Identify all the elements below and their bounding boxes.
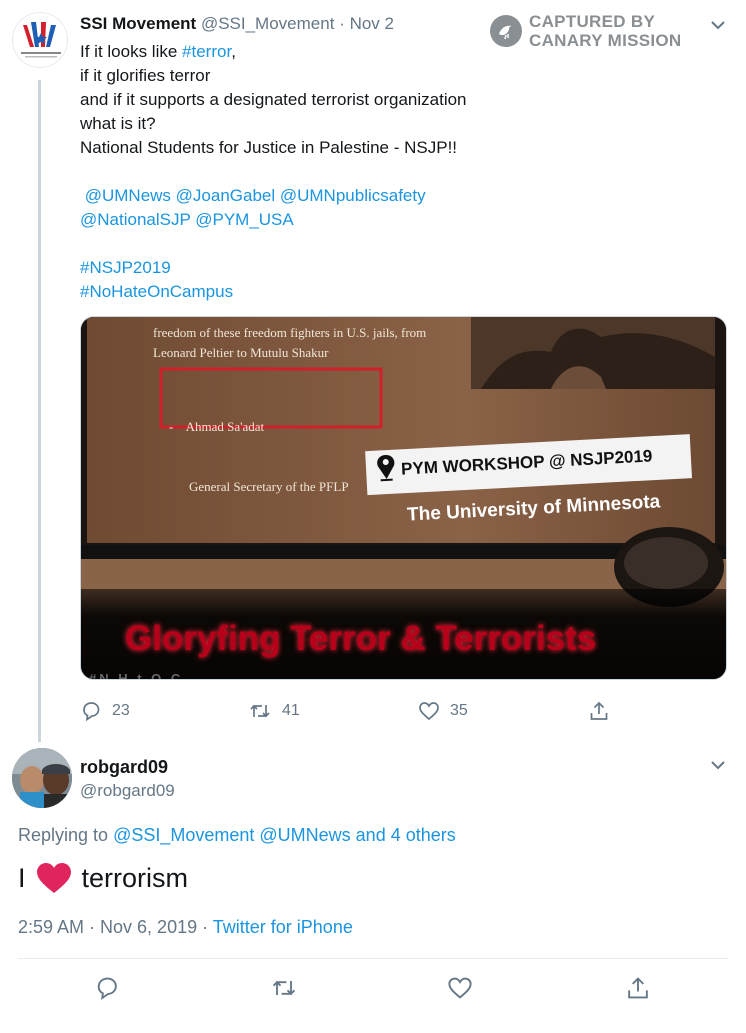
slide-box-line: - Ahmad Sa'adat [169,419,265,434]
author-name[interactable]: SSI Movement [80,14,196,33]
reply-button[interactable] [94,975,120,1001]
share-button[interactable] [588,700,610,722]
replying-to: Replying to @SSI_Movement @UMNews and 4 … [18,825,456,846]
red-heart-emoji-icon [36,863,71,893]
slide-line: Leonard Peltier to Mutulu Shakur [153,345,329,360]
share-button[interactable] [625,975,651,1001]
reply-menu-caret[interactable] [709,756,727,779]
slide-line: freedom of these freedom fighters in U.S… [153,325,427,340]
heart-outline-icon [419,702,439,721]
retweet-count: 41 [282,702,300,719]
like-count: 35 [450,702,468,719]
reply-text: I terrorism [18,862,188,894]
hashtag-terror[interactable]: #terror [182,42,231,61]
like-button[interactable]: 35 [418,700,468,722]
text-line: and if it supports a designated terroris… [80,90,467,109]
robgard09-avatar[interactable] [12,748,72,808]
hashtag-nsjp2019[interactable]: #NSJP2019 [80,256,540,280]
hashtag-nohateoncampus[interactable]: #NoHateOnCampus [80,280,540,304]
watermark-line1: CAPTURED BY [529,12,656,31]
ssi-logo-icon [21,22,61,58]
mentions-line[interactable]: @NationalSJP @PYM_USA [80,208,540,232]
heart-outline-icon [448,977,472,999]
share-icon [628,977,648,999]
retweet-icon [250,704,270,718]
reply-text-end: terrorism [81,862,189,893]
reply-text-start: I [18,862,26,893]
share-icon [590,701,608,720]
overlay-title: Gloryfing Terror & Terrorists [125,619,597,658]
reply-action-bar [18,975,728,1003]
reply-count: 23 [112,702,130,719]
retweet-button[interactable] [270,975,298,1001]
text-line: if it glorifies terror [80,66,211,85]
slide-box-line: General Secretary of the PFLP [189,479,349,494]
tweet-menu-caret[interactable] [709,16,727,39]
chevron-down-icon [711,761,725,770]
reply-source[interactable]: Twitter for iPhone [213,917,353,937]
retweet-icon [272,980,296,996]
retweet-button[interactable]: 41 [248,700,300,722]
text-comma: , [231,42,236,61]
text-line: what is it? [80,114,156,133]
header-separator: · [339,14,345,33]
replying-to-links[interactable]: @SSI_Movement @UMNews and 4 others [113,825,456,845]
like-button[interactable] [447,975,473,1001]
tweet-media-image[interactable]: freedom of these freedom fighters in U.S… [80,316,727,680]
mentions-line[interactable]: @UMNews @JoanGabel @UMNpublicsafety [80,184,540,208]
tweet-date[interactable]: Nov 2 [350,14,394,33]
divider [18,958,728,959]
slide-text: freedom of these freedom fighters in U.S… [153,323,426,363]
highlighted-slide-text: - Ahmad Sa'adat General Secretary of the… [169,377,349,537]
reply-timestamp[interactable]: 2:59 AM · Nov 6, 2019 [18,917,197,937]
replying-prefix: Replying to [18,825,114,845]
reply-author-handle[interactable]: @robgard09 [80,781,175,801]
chevron-down-icon [711,21,725,30]
author-handle[interactable]: @SSI_Movement [201,14,334,33]
tweet-header: SSI Movement @SSI_Movement · Nov 2 [80,14,394,34]
reply-bubble-icon [83,702,100,722]
thread-line [38,80,41,742]
tweet-action-bar: 23 41 35 [80,700,640,726]
text-line: National Students for Justice in Palesti… [80,138,458,157]
meta-separator: · [197,917,213,937]
profile-photo [12,748,72,808]
reply-author-name[interactable]: robgard09 [80,757,168,778]
partial-hashtag: #N H t O C [89,671,184,680]
tweet-text: If it looks like #terror, if it glorifie… [80,40,540,304]
reply-bubble-icon [97,977,117,1001]
reply-meta: 2:59 AM · Nov 6, 2019 · Twitter for iPho… [18,917,353,938]
ssi-movement-avatar[interactable] [12,12,68,68]
watermark-line2: CANARY MISSION [529,31,682,50]
text-line: If it looks like [80,42,183,61]
reply-button[interactable]: 23 [80,700,130,722]
